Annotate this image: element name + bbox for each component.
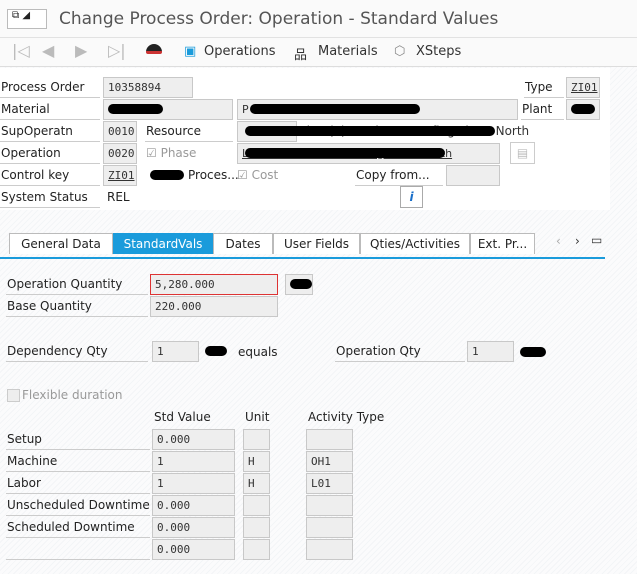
- process-order-label: Process Order: [0, 77, 100, 98]
- next-icon[interactable]: ▶: [75, 41, 87, 60]
- phase-label: Phase: [160, 146, 197, 160]
- process-order-field[interactable]: 10358894: [103, 77, 193, 98]
- copy-from-label: Copy from...: [355, 165, 443, 186]
- system-status-value: REL: [107, 190, 130, 204]
- flexible-duration-label: Flexible duration: [22, 388, 123, 402]
- activity-type-field[interactable]: [306, 495, 353, 516]
- type-field[interactable]: ZI01: [566, 77, 600, 98]
- unit-field[interactable]: [243, 429, 270, 450]
- tab-underline: [0, 257, 605, 259]
- redaction: [205, 346, 227, 356]
- std-value-field[interactable]: 1: [152, 473, 235, 494]
- equals-label: equals: [238, 345, 278, 359]
- material-label: Material: [0, 99, 100, 120]
- previous-icon[interactable]: ◀: [42, 41, 54, 60]
- std-value-field[interactable]: 0.000: [152, 517, 235, 538]
- std-value-field[interactable]: 0.000: [152, 429, 235, 450]
- xsteps-button[interactable]: XSteps: [416, 44, 461, 59]
- activity-type-field[interactable]: [306, 517, 353, 538]
- control-key-label: Control key: [0, 165, 100, 186]
- hat-icon[interactable]: [146, 44, 162, 54]
- supoperatn-field[interactable]: 0010: [103, 121, 137, 142]
- activity-type-header: Activity Type: [308, 410, 385, 424]
- unit-field[interactable]: [243, 539, 270, 560]
- redaction: [245, 148, 445, 158]
- operations-icon: ▣: [184, 44, 197, 59]
- tab-user-fields[interactable]: User Fields: [273, 233, 360, 254]
- tab-scroll-left-icon[interactable]: ‹: [556, 234, 561, 248]
- unit-field[interactable]: H: [243, 473, 270, 494]
- std-value-field[interactable]: 0.000: [152, 539, 235, 560]
- plant-label: Plant: [521, 99, 564, 120]
- tab-scroll-right-icon[interactable]: ›: [575, 234, 580, 248]
- std-value-field[interactable]: 1: [152, 451, 235, 472]
- redaction: [520, 347, 546, 357]
- operation-quantity-label: Operation Quantity: [6, 274, 148, 295]
- base-quantity-label: Base Quantity: [6, 296, 148, 317]
- system-status-label: System Status: [0, 187, 100, 208]
- menu-button[interactable]: ⧉ ◢: [7, 9, 47, 29]
- first-icon[interactable]: |◁: [12, 41, 30, 60]
- materials-icon: 品: [294, 48, 308, 63]
- activity-row-label: Machine: [6, 451, 150, 472]
- supoperatn-label: SupOperatn: [0, 121, 100, 142]
- long-text-icon[interactable]: ▤: [510, 142, 535, 164]
- base-quantity-field[interactable]: 220.000: [150, 296, 278, 317]
- operation-field[interactable]: 0020: [103, 143, 137, 164]
- redaction: [150, 170, 184, 180]
- activity-type-field[interactable]: [306, 539, 353, 560]
- tab-standard-vals[interactable]: StandardVals: [113, 233, 213, 254]
- activity-row-label: Unscheduled Downtime: [6, 495, 150, 516]
- activity-type-field[interactable]: [306, 429, 353, 450]
- unit-field[interactable]: [243, 495, 270, 516]
- phase-checkbox[interactable]: ☑ Phase: [146, 146, 196, 160]
- cost-label: Cost: [251, 168, 279, 182]
- std-value-header: Std Value: [154, 410, 211, 424]
- copy-from-field[interactable]: [446, 165, 500, 186]
- redaction: [250, 104, 420, 114]
- info-icon[interactable]: i: [400, 186, 423, 208]
- tab-general-data[interactable]: General Data: [9, 233, 113, 254]
- activity-type-field[interactable]: L01: [306, 473, 353, 494]
- activity-row-label: Labor: [6, 473, 150, 494]
- unit-header: Unit: [245, 410, 270, 424]
- control-key-description: Proces...: [188, 168, 239, 182]
- redaction: [245, 126, 495, 136]
- tab-qties-activities[interactable]: Qties/Activities: [360, 233, 470, 254]
- unit-field[interactable]: H: [243, 451, 270, 472]
- cost-checkbox[interactable]: ☑ Cost: [237, 168, 278, 182]
- operation-label: Operation: [0, 143, 100, 164]
- tab-list-icon[interactable]: ▭: [591, 233, 602, 247]
- tab-ext-pr[interactable]: Ext. Pr...: [470, 233, 535, 254]
- operation-quantity-field[interactable]: 5,280.000: [150, 274, 278, 295]
- operation-quantity-unit[interactable]: [285, 274, 313, 295]
- control-key-field[interactable]: ZI01: [103, 165, 137, 186]
- activity-type-field[interactable]: OH1: [306, 451, 353, 472]
- last-icon[interactable]: ▷|: [108, 41, 126, 60]
- materials-button[interactable]: Materials: [318, 44, 378, 59]
- activity-row-label: Setup: [6, 429, 150, 450]
- type-label: Type: [524, 77, 564, 98]
- operation-qty-label: Operation Qty: [335, 341, 465, 362]
- dependency-qty-label: Dependency Qty: [6, 341, 148, 362]
- unit-field[interactable]: [243, 517, 270, 538]
- activity-row-label: [6, 539, 150, 560]
- activity-row-label: Scheduled Downtime: [6, 517, 150, 538]
- flexible-duration-checkbox[interactable]: [7, 389, 20, 402]
- material-field[interactable]: [103, 99, 233, 120]
- operations-button[interactable]: Operations: [204, 44, 275, 59]
- resource-label: Resource: [145, 121, 233, 142]
- dependency-qty-field[interactable]: 1: [152, 341, 199, 362]
- xsteps-icon: ⬡: [394, 44, 406, 59]
- tab-dates[interactable]: Dates: [213, 233, 273, 254]
- std-value-field[interactable]: 0.000: [152, 495, 235, 516]
- operation-qty-field[interactable]: 1: [467, 341, 514, 362]
- plant-field[interactable]: [566, 99, 600, 120]
- window-title: Change Process Order: Operation - Standa…: [59, 9, 499, 29]
